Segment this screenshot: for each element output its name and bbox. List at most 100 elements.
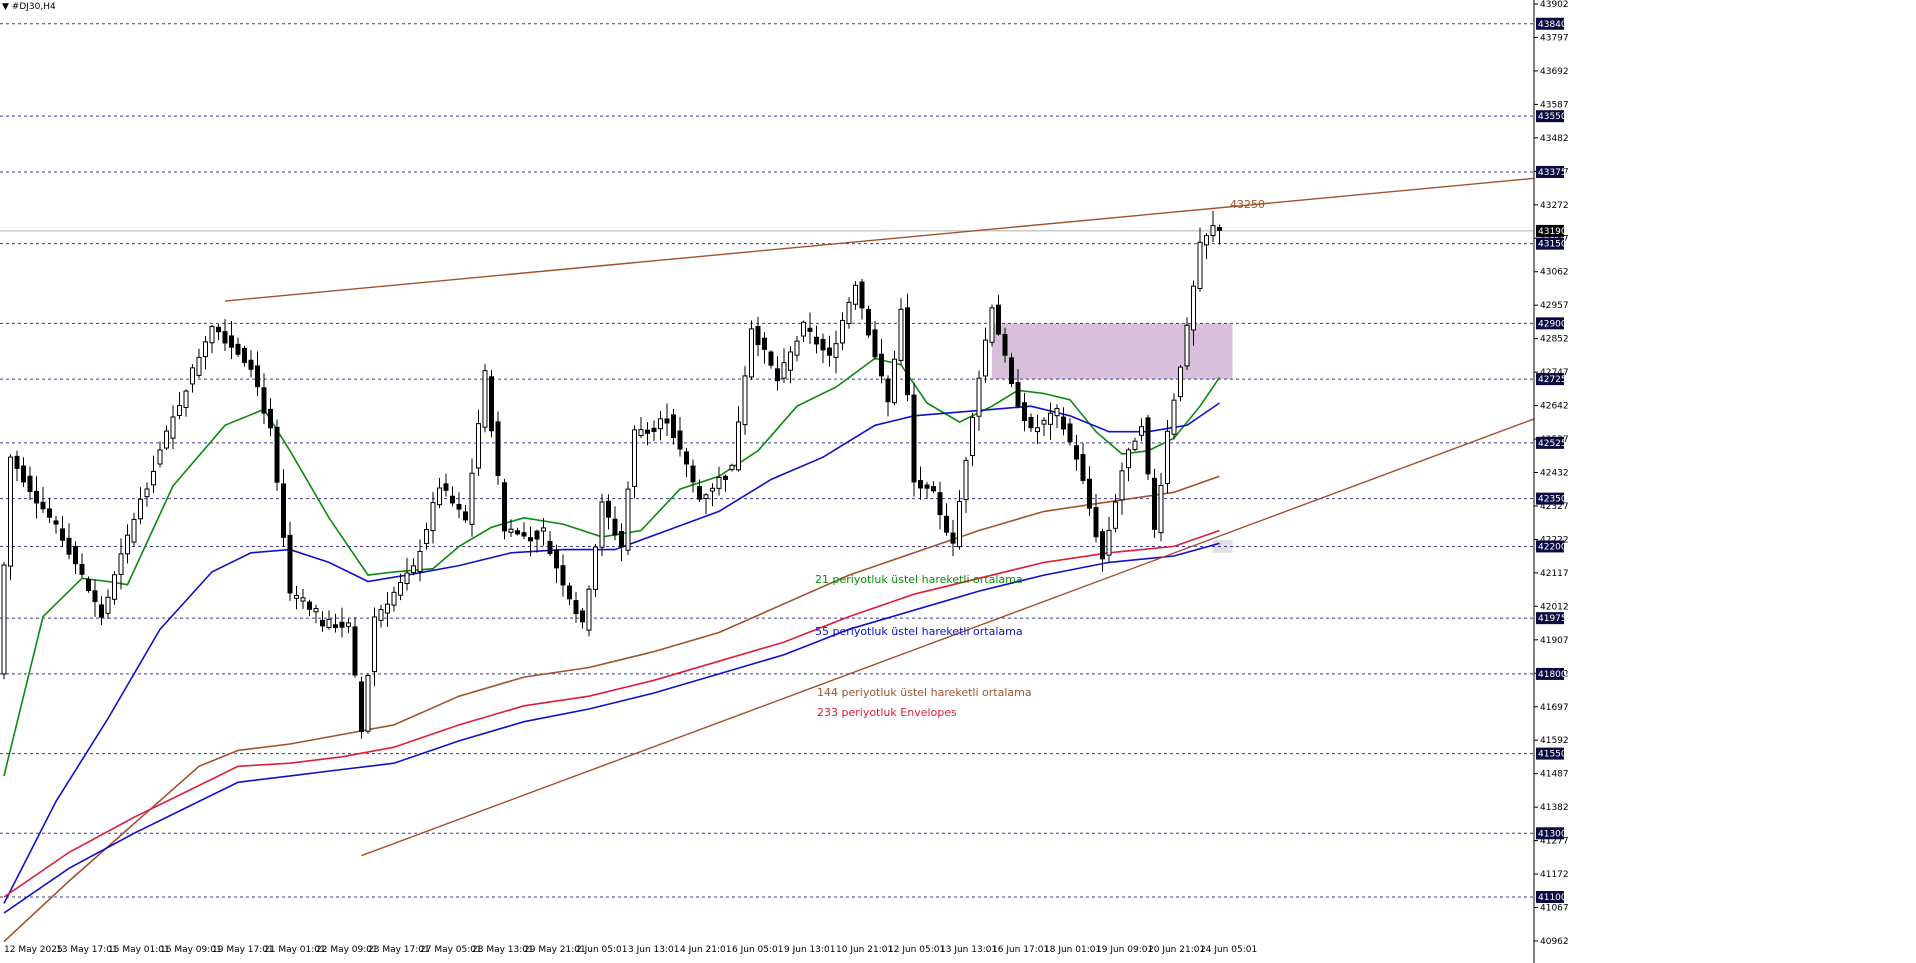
chart-background [0,0,1916,963]
candle-body [1080,454,1086,481]
candle-body [593,546,598,590]
candle-body [99,604,104,618]
candle-body [684,451,689,465]
candle-body [924,484,930,489]
level-label: 43550 [1536,110,1567,123]
candle-body [846,301,852,325]
candle-body [196,356,202,376]
time-tick-label: 12 May 2025 [4,945,63,955]
candle-body [541,527,546,532]
candle-body [1210,225,1216,237]
candle-body [1009,357,1014,385]
time-tick-label: 4 Jun 21:01 [680,945,731,955]
candle-body [352,626,358,676]
candle-body [833,343,839,358]
candle-body [118,553,124,575]
candle-body [242,347,247,363]
candle-body [489,376,494,432]
candle-body [534,530,540,540]
candle-body [1067,423,1073,443]
candle-body [1197,241,1203,289]
candle-body [1113,501,1118,529]
price-tick-label: 41172 [1540,870,1569,880]
candle-body [339,621,345,628]
candle-body [976,377,982,417]
candle-body [125,534,130,555]
candle-body [313,608,319,613]
candle-body [788,351,793,371]
candle-body [801,321,806,337]
level-label-text: 43550 [1538,112,1567,122]
price-tick-label: 43272 [1540,201,1569,211]
candle-body [216,326,221,333]
candle-body [937,492,943,516]
price-tick-label: 40962 [1540,937,1569,947]
candle-body [638,429,644,436]
price-chart[interactable]: 43250 21 periyotluk üstel hareketli ortal… [0,0,1916,963]
level-label-text: 41975 [1538,614,1567,624]
candle-body [417,551,423,573]
candle-body [866,308,871,336]
candle-body [502,482,507,532]
candle-body [209,326,215,344]
candle-body [443,483,449,491]
candle-body [424,528,429,545]
candle-body [365,675,371,732]
candle-body [970,416,975,457]
candle-body [1002,333,1008,356]
candle-body [885,378,891,403]
candle-body [599,501,605,548]
level-label: 42725 [1536,373,1567,386]
candle-body [411,565,416,573]
candle-body [203,341,208,358]
price-tick-label: 43797 [1540,33,1569,43]
candle-body [255,365,260,388]
candle-body [8,456,13,567]
level-label: 42350 [1536,492,1567,505]
candle-body [40,501,46,510]
candle-body [1074,445,1079,460]
price-tick-label: 41592 [1540,736,1569,746]
candle-body [385,603,390,614]
time-tick-label: 20 Jun 21:01 [1148,945,1205,955]
candle-body [391,591,397,606]
candle-body [794,340,800,356]
candle-body [151,470,156,486]
level-label-text: 43840 [1538,20,1567,30]
price-tick-label: 41907 [1540,636,1569,646]
time-tick-label: 3 Jun 13:01 [628,945,679,955]
candle-body [235,343,241,355]
candle-body [567,585,572,600]
level-label: 43190 [1536,224,1567,237]
candle-body [1093,507,1099,538]
candle-body [918,480,923,489]
time-tick-label: 16 Jun 17:01 [992,945,1049,955]
level-label-text: 42900 [1538,319,1567,329]
candle-body [807,327,813,332]
candle-body [112,574,117,600]
candle-body [476,423,481,469]
dropdown-triangle-icon[interactable]: ▼ [2,2,9,12]
candle-body [950,532,956,544]
candle-body [872,329,878,358]
candle-body [1054,407,1060,417]
chart-window[interactable]: ▼ #DJ30,H4 43250 21 periyotluk üstel hare… [0,0,1916,963]
candle-body [606,500,611,518]
candle-body [859,281,865,309]
candle-body [775,368,780,382]
price-tick-label: 43902 [1540,0,1569,10]
price-tick-label: 42957 [1540,301,1569,311]
candle-body [73,545,78,565]
candle-body [840,319,845,344]
symbol-title: #DJ30,H4 [11,2,56,12]
candle-body [1204,235,1209,246]
price-tick-label: 43587 [1540,100,1569,110]
level-label-text: 42525 [1538,439,1567,449]
candle-body [1165,430,1170,485]
candle-body [820,338,826,351]
level-label-text: 41300 [1538,829,1567,839]
candle-body [456,503,462,510]
candle-body [892,358,897,404]
candle-body [92,590,98,603]
candle-body [300,597,306,602]
